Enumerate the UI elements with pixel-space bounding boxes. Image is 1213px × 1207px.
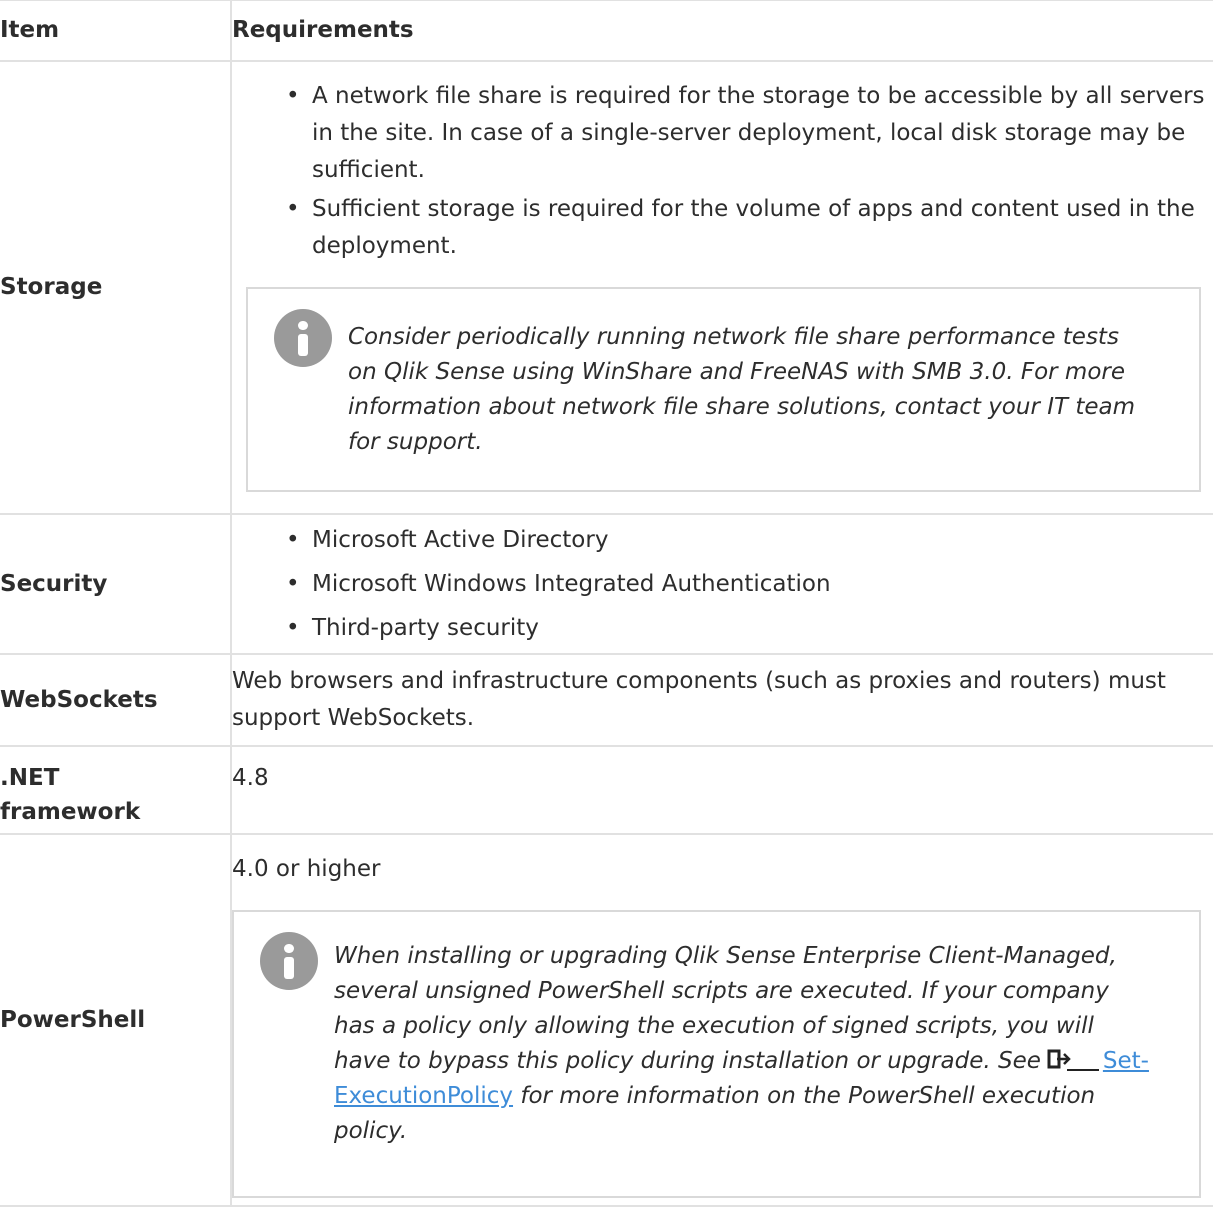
table-row-powershell: PowerShell 4.0 or higher When installing…	[0, 832, 1213, 1207]
table-row-websockets: WebSockets Web browsers and infrastructu…	[0, 652, 1213, 747]
security-requirements: Microsoft Active Directory Microsoft Win…	[230, 512, 1213, 655]
list-item: Microsoft Windows Integrated Authenticat…	[286, 562, 1213, 606]
row-label-security: Security	[0, 512, 232, 655]
row-label-dotnet: .NET framework	[0, 744, 232, 835]
external-link-icon	[1047, 1049, 1099, 1071]
list-item: Third-party security	[286, 606, 1213, 650]
storage-requirements: A network file share is required for the…	[230, 59, 1213, 515]
table-row-dotnet: .NET framework 4.8	[0, 744, 1213, 835]
requirements-table: Item Requirements Storage A network file…	[0, 0, 1213, 1207]
note-text: Consider periodically running network fi…	[348, 324, 1136, 455]
info-icon	[260, 931, 318, 990]
column-header-item: Item	[0, 0, 232, 62]
note-text-before-link: When installing or upgrading Qlik Sense …	[334, 942, 1117, 1074]
powershell-requirements: 4.0 or higher When installing or upgradi…	[230, 832, 1213, 1207]
table-row-security: Security Microsoft Active Directory Micr…	[0, 512, 1213, 655]
websockets-requirements: Web browsers and infrastructure componen…	[230, 652, 1213, 747]
column-header-requirements: Requirements	[230, 0, 1213, 62]
table-header-row: Item Requirements	[0, 0, 1213, 62]
list-item: Sufficient storage is required for the v…	[286, 191, 1213, 265]
storage-bullet-list: A network file share is required for the…	[232, 78, 1213, 265]
powershell-version: 4.0 or higher	[232, 855, 381, 882]
row-label-websockets: WebSockets	[0, 652, 232, 747]
list-item: A network file share is required for the…	[286, 78, 1213, 189]
info-icon	[274, 309, 332, 367]
table-row-storage: Storage A network file share is required…	[0, 59, 1213, 515]
security-bullet-list: Microsoft Active Directory Microsoft Win…	[232, 518, 1213, 650]
row-label-storage: Storage	[0, 59, 232, 515]
storage-info-note: Consider periodically running network fi…	[246, 287, 1201, 492]
list-item: Microsoft Active Directory	[286, 518, 1213, 562]
note-text: When installing or upgrading Qlik Sense …	[234, 912, 1199, 1179]
powershell-info-note: When installing or upgrading Qlik Sense …	[232, 909, 1201, 1198]
row-label-powershell: PowerShell	[0, 832, 232, 1207]
dotnet-requirements: 4.8	[230, 744, 1213, 835]
